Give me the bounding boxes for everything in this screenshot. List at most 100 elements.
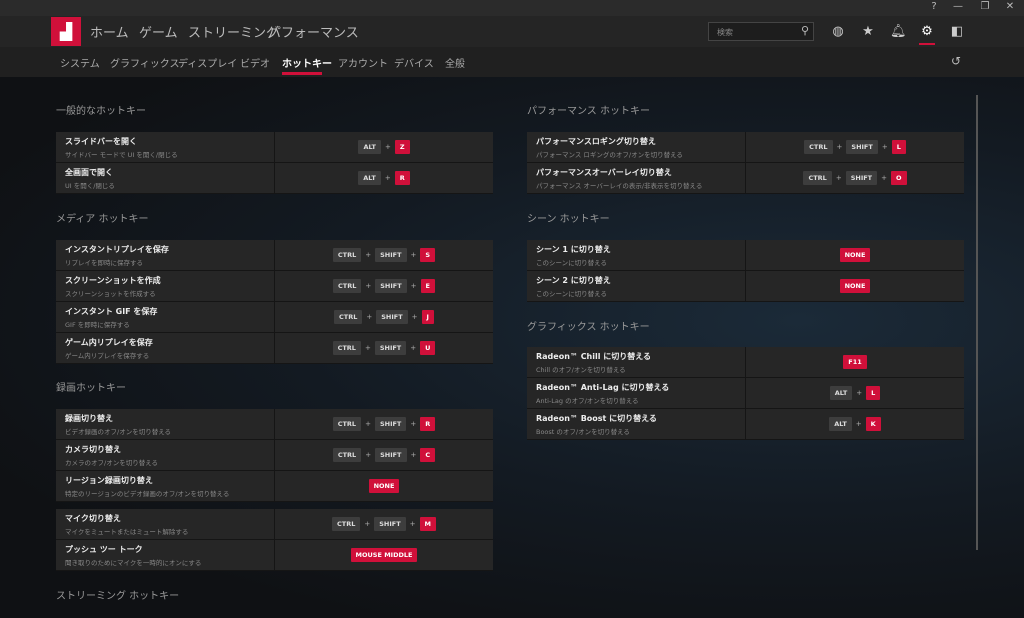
key-cap[interactable]: CTRL xyxy=(332,248,362,262)
key-cap[interactable]: SHIFT xyxy=(375,248,407,262)
tab-display[interactable]: ディスプレイ xyxy=(178,55,237,70)
bell-icon[interactable]: 🔔︎ xyxy=(890,24,907,39)
hotkey-row[interactable]: ゲーム内リプレイを保存 ゲーム内リプレイを保存する CTRL + SHIFT + U xyxy=(56,333,493,364)
key-cap[interactable]: Z xyxy=(394,140,410,154)
key-cap[interactable]: SHIFT xyxy=(374,341,407,355)
tab-graphics[interactable]: グラフィックス xyxy=(110,55,180,70)
hotkey-row[interactable]: パフォーマンスロギング切り替え パフォーマンス ロギングのオフ/オンを切り替える C… xyxy=(527,132,964,163)
star-icon[interactable]: ★ xyxy=(860,24,876,39)
key-combo[interactable]: NONE xyxy=(275,471,493,501)
hotkey-row[interactable]: リージョン録画切り替え 特定のリージョンのビデオ録画のオフ/オンを切り替える NON… xyxy=(56,471,493,502)
key-cap[interactable]: S xyxy=(420,248,436,262)
tab-account[interactable]: アカウント xyxy=(338,55,388,70)
hotkey-row[interactable]: Radeon™ Boost に切り替える Boost のオフ/オンを切り替える AL… xyxy=(527,409,964,440)
hotkey-row[interactable]: インスタントリプレイを保存 リプレイを即時に保存する CTRL + SHIFT + S xyxy=(56,240,493,271)
key-cap[interactable]: MOUSE MIDDLE xyxy=(350,548,418,562)
tab-devices[interactable]: デバイス xyxy=(394,55,434,70)
key-combo[interactable]: ALT + L xyxy=(746,378,964,408)
hotkey-row[interactable]: プッシュ ツー トーク 聞き取りのためにマイクを一時的にオンにする MOUSE MI… xyxy=(56,540,493,571)
key-cap[interactable]: J xyxy=(421,310,434,324)
key-cap[interactable]: CTRL xyxy=(332,417,362,431)
hotkey-row[interactable]: パフォーマンスオーバーレイ切り替え パフォーマンス オーバーレイの表示/非表示を切… xyxy=(527,163,964,194)
search-input[interactable]: 検索 ⚲ xyxy=(708,22,814,41)
key-combo[interactable]: ALT + R xyxy=(275,163,493,193)
hotkey-row[interactable]: マイク切り替え マイクをミュートまたはミュート解除する CTRL + SHIFT + M xyxy=(56,509,493,540)
key-cap[interactable]: R xyxy=(420,417,436,431)
tab-general[interactable]: 全般 xyxy=(445,55,465,70)
key-cap[interactable]: M xyxy=(419,517,436,531)
key-cap[interactable]: C xyxy=(420,448,436,462)
hotkey-row[interactable]: 全画面で開く UI を開く/閉じる ALT + R xyxy=(56,163,493,194)
key-cap[interactable]: NONE xyxy=(368,479,400,493)
search-icon[interactable]: ⚲ xyxy=(801,24,809,37)
key-combo[interactable]: CTRL + SHIFT + S xyxy=(275,240,493,270)
key-cap[interactable]: ALT xyxy=(358,140,381,154)
key-combo[interactable]: CTRL + SHIFT + L xyxy=(746,132,964,162)
key-cap[interactable]: SHIFT xyxy=(376,310,408,324)
key-combo[interactable]: CTRL + SHIFT + O xyxy=(746,163,964,193)
key-combo[interactable]: CTRL + SHIFT + J xyxy=(275,302,493,332)
tab-video[interactable]: ビデオ xyxy=(240,55,270,70)
key-combo[interactable]: ALT + K xyxy=(746,409,964,439)
key-cap[interactable]: E xyxy=(420,279,435,293)
key-cap[interactable]: SHIFT xyxy=(845,171,878,185)
key-combo[interactable]: CTRL + SHIFT + U xyxy=(275,333,493,363)
key-combo[interactable]: ALT + Z xyxy=(275,132,493,162)
key-cap[interactable]: SHIFT xyxy=(374,517,406,531)
key-combo[interactable]: CTRL + SHIFT + R xyxy=(275,409,493,439)
nav-gaming[interactable]: ゲーム xyxy=(139,22,178,41)
amd-logo[interactable]: ▟ xyxy=(51,17,81,46)
hotkey-row[interactable]: カメラ切り替え カメラのオフ/オンを切り替える CTRL + SHIFT + C xyxy=(56,440,493,471)
key-combo[interactable]: CTRL + SHIFT + E xyxy=(275,271,493,301)
key-cap[interactable]: ALT xyxy=(829,417,852,431)
key-cap[interactable]: NONE xyxy=(839,279,871,293)
tab-system[interactable]: システム xyxy=(60,55,100,70)
hotkey-row[interactable]: Radeon™ Chill に切り替える Chill のオフ/オンを切り替える F1… xyxy=(527,347,964,378)
restore-button[interactable]: ❐ xyxy=(975,1,995,12)
hotkey-row[interactable]: Radeon™ Anti-Lag に切り替える Anti-Lag のオフ/オンを切… xyxy=(527,378,964,409)
nav-performance[interactable]: パフォーマンス xyxy=(268,22,359,41)
hotkey-row[interactable]: 録画切り替え ビデオ録画のオフ/オンを切り替える CTRL + SHIFT + R xyxy=(56,409,493,440)
key-cap[interactable]: CTRL xyxy=(803,171,832,185)
key-cap[interactable]: SHIFT xyxy=(374,417,407,431)
help-icon[interactable]: ? xyxy=(924,1,944,12)
key-cap[interactable]: CTRL xyxy=(804,140,833,154)
key-cap[interactable]: L xyxy=(866,386,881,400)
hotkey-row[interactable]: スクリーンショットを作成 スクリーンショットを作成する CTRL + SHIFT + E xyxy=(56,271,493,302)
key-cap[interactable]: L xyxy=(891,140,906,154)
sidebar-icon[interactable]: ◧ xyxy=(949,24,965,39)
close-button[interactable]: ✕ xyxy=(1000,1,1020,12)
key-cap[interactable]: CTRL xyxy=(333,279,362,293)
hotkey-row[interactable]: インスタント GIF を保存 GIF を即時に保存する CTRL + SHIFT + J xyxy=(56,302,493,333)
nav-streaming[interactable]: ストリーミング xyxy=(188,22,279,41)
tab-hotkeys[interactable]: ホットキー xyxy=(282,55,332,70)
key-cap[interactable]: O xyxy=(891,171,907,185)
minimize-button[interactable]: — xyxy=(948,1,968,12)
key-cap[interactable]: SHIFT xyxy=(375,448,407,462)
hotkey-row[interactable]: シーン 2 に切り替え このシーンに切り替える NONE xyxy=(527,271,964,302)
globe-icon[interactable]: ◍ xyxy=(830,24,846,39)
key-cap[interactable]: R xyxy=(394,171,410,185)
hotkey-row[interactable]: スライドバーを開く サイドバー モードで UI を開く/閉じる ALT + Z xyxy=(56,132,493,163)
key-combo[interactable]: NONE xyxy=(746,271,964,301)
reset-icon[interactable]: ↺ xyxy=(951,54,961,68)
key-cap[interactable]: F11 xyxy=(843,355,867,369)
scrollbar[interactable] xyxy=(976,95,978,550)
key-cap[interactable]: ALT xyxy=(829,386,853,400)
hotkey-row[interactable]: シーン 1 に切り替え このシーンに切り替える NONE xyxy=(527,240,964,271)
key-cap[interactable]: CTRL xyxy=(332,517,361,531)
key-combo[interactable]: CTRL + SHIFT + M xyxy=(275,509,493,539)
key-combo[interactable]: CTRL + SHIFT + C xyxy=(275,440,493,470)
key-combo[interactable]: MOUSE MIDDLE xyxy=(275,540,493,570)
gear-icon[interactable]: ⚙ xyxy=(919,24,935,39)
key-cap[interactable]: U xyxy=(420,341,436,355)
key-cap[interactable]: ALT xyxy=(358,171,381,185)
key-cap[interactable]: SHIFT xyxy=(846,140,878,154)
key-cap[interactable]: K xyxy=(865,417,881,431)
key-cap[interactable]: SHIFT xyxy=(375,279,407,293)
key-cap[interactable]: CTRL xyxy=(334,310,363,324)
key-cap[interactable]: CTRL xyxy=(332,448,362,462)
key-combo[interactable]: NONE xyxy=(746,240,964,270)
key-combo[interactable]: F11 xyxy=(746,347,964,377)
nav-home[interactable]: ホーム xyxy=(90,22,129,41)
